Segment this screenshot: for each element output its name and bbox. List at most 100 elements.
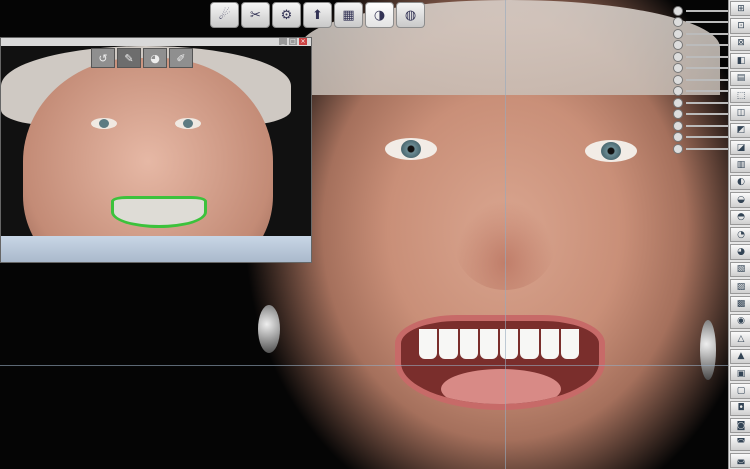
right-tool-5-icon[interactable]: ▤: [730, 70, 750, 86]
adjustment-sliders: [673, 5, 728, 155]
slider-track[interactable]: [686, 113, 728, 116]
slider-10[interactable]: [673, 109, 728, 121]
right-tool-6-icon[interactable]: ⬚: [730, 87, 750, 104]
right-tool-16-icon[interactable]: ▧: [730, 261, 750, 277]
tongue: [441, 369, 561, 404]
thumbnail-shirt: [1, 236, 311, 262]
slider-3[interactable]: [673, 28, 728, 40]
slider-knob[interactable]: [673, 109, 683, 120]
right-tool-12-icon[interactable]: ◒: [730, 192, 750, 208]
right-tool-23-icon[interactable]: ▢: [730, 383, 750, 399]
right-tool-25-icon[interactable]: ◙: [730, 418, 750, 434]
slider-11[interactable]: [673, 120, 728, 132]
right-tool-4-icon[interactable]: ◧: [730, 53, 750, 69]
slider-4[interactable]: [673, 40, 728, 52]
right-toolbar: ⊞ ⊡ ⊠ ◧ ▤ ⬚ ◫ ◩ ◪ ▥ ◐ ◒ ◓ ◔ ◕ ▧ ▨ ▩ ◉ △ ▲ ▣ ▢ ◘ ◙ ◚ ◛: [728, 0, 750, 469]
slider-track[interactable]: [686, 90, 728, 93]
right-tool-22-icon[interactable]: ▣: [730, 365, 750, 382]
slider-track[interactable]: [686, 21, 728, 24]
tool-3-icon[interactable]: ⚙: [272, 2, 301, 28]
left-eye: [385, 138, 437, 160]
slider-track[interactable]: [686, 136, 728, 139]
pen-icon[interactable]: ✎: [117, 48, 141, 68]
slider-knob[interactable]: [673, 132, 683, 143]
right-tool-3-icon[interactable]: ⊠: [730, 35, 750, 52]
thumbnail-window[interactable]: _ □ × ↺ ✎ ◕ ✐: [0, 37, 312, 263]
tool-2-icon[interactable]: ✂: [241, 2, 270, 28]
slider-track[interactable]: [686, 67, 728, 70]
brush-icon[interactable]: ✐: [169, 48, 193, 68]
close-button[interactable]: ×: [299, 38, 307, 45]
tooth-icon[interactable]: ◑: [365, 2, 394, 28]
right-tool-18-icon[interactable]: ▩: [730, 296, 750, 312]
minimize-button[interactable]: _: [279, 38, 287, 45]
slider-knob[interactable]: [673, 40, 683, 51]
slider-track[interactable]: [686, 55, 728, 58]
slider-knob[interactable]: [673, 17, 683, 28]
thumbnail-toolbar: ↺ ✎ ◕ ✐: [91, 48, 193, 68]
slider-track[interactable]: [686, 101, 728, 104]
slider-13[interactable]: [673, 143, 728, 155]
top-toolbar: ☄ ✂ ⚙ ⬆ ▦ ◑ ◍: [210, 2, 425, 28]
slider-1[interactable]: [673, 5, 728, 17]
right-tool-9-icon[interactable]: ◪: [730, 140, 750, 156]
slider-track[interactable]: [686, 9, 728, 12]
thumbnail-right-eye: [175, 118, 201, 129]
right-tool-21-icon[interactable]: ▲: [730, 348, 750, 364]
slider-knob[interactable]: [673, 28, 683, 39]
thumbnail-left-eye: [91, 118, 117, 129]
slider-track[interactable]: [686, 78, 728, 81]
right-tool-27-icon[interactable]: ◛: [730, 452, 750, 469]
vertical-guide-line[interactable]: [505, 0, 506, 469]
slider-track[interactable]: [686, 124, 728, 127]
slider-12[interactable]: [673, 132, 728, 144]
slider-9[interactable]: [673, 97, 728, 109]
slider-8[interactable]: [673, 86, 728, 98]
right-tool-13-icon[interactable]: ◓: [730, 209, 750, 225]
slider-knob[interactable]: [673, 74, 683, 85]
tool-4-icon[interactable]: ⬆: [303, 2, 332, 28]
horizontal-guide-line[interactable]: [0, 365, 750, 366]
maximize-button[interactable]: □: [289, 38, 297, 45]
thumbnail-face: [23, 58, 273, 262]
tool-5-icon[interactable]: ▦: [334, 2, 363, 28]
right-tool-26-icon[interactable]: ◚: [730, 435, 750, 451]
right-tool-8-icon[interactable]: ◩: [730, 122, 750, 138]
right-tool-14-icon[interactable]: ◔: [730, 226, 750, 243]
thumbnail-titlebar: _ □ ×: [1, 38, 311, 46]
slider-6[interactable]: [673, 63, 728, 75]
right-earring: [700, 320, 716, 380]
slider-7[interactable]: [673, 74, 728, 86]
right-tool-7-icon[interactable]: ◫: [730, 105, 750, 121]
right-tool-17-icon[interactable]: ▨: [730, 279, 750, 295]
slider-knob[interactable]: [673, 143, 683, 154]
mouth: [395, 315, 605, 410]
slider-track[interactable]: [686, 32, 728, 35]
left-earring: [258, 305, 280, 353]
right-tool-11-icon[interactable]: ◐: [730, 174, 750, 191]
tool-7-icon[interactable]: ◍: [396, 2, 425, 28]
right-tool-1-icon[interactable]: ⊞: [730, 1, 750, 17]
slider-knob[interactable]: [673, 51, 683, 62]
right-tool-24-icon[interactable]: ◘: [730, 400, 750, 416]
slider-track[interactable]: [686, 44, 728, 47]
slider-knob[interactable]: [673, 120, 683, 131]
slider-knob[interactable]: [673, 5, 683, 16]
smile-outline[interactable]: [111, 196, 207, 228]
tooth-icon[interactable]: ◕: [143, 48, 167, 68]
teeth: [419, 329, 579, 359]
right-tool-15-icon[interactable]: ◕: [730, 244, 750, 260]
right-tool-19-icon[interactable]: ◉: [730, 313, 750, 330]
right-tool-2-icon[interactable]: ⊡: [730, 18, 750, 34]
right-eye: [585, 140, 637, 162]
right-tool-20-icon[interactable]: △: [730, 331, 750, 347]
slider-2[interactable]: [673, 17, 728, 29]
slider-track[interactable]: [686, 147, 728, 150]
undo-icon[interactable]: ↺: [91, 48, 115, 68]
slider-knob[interactable]: [673, 97, 683, 108]
slider-knob[interactable]: [673, 63, 683, 74]
slider-knob[interactable]: [673, 86, 683, 97]
slider-5[interactable]: [673, 51, 728, 63]
right-tool-10-icon[interactable]: ▥: [730, 157, 750, 173]
tool-1-icon[interactable]: ☄: [210, 2, 239, 28]
